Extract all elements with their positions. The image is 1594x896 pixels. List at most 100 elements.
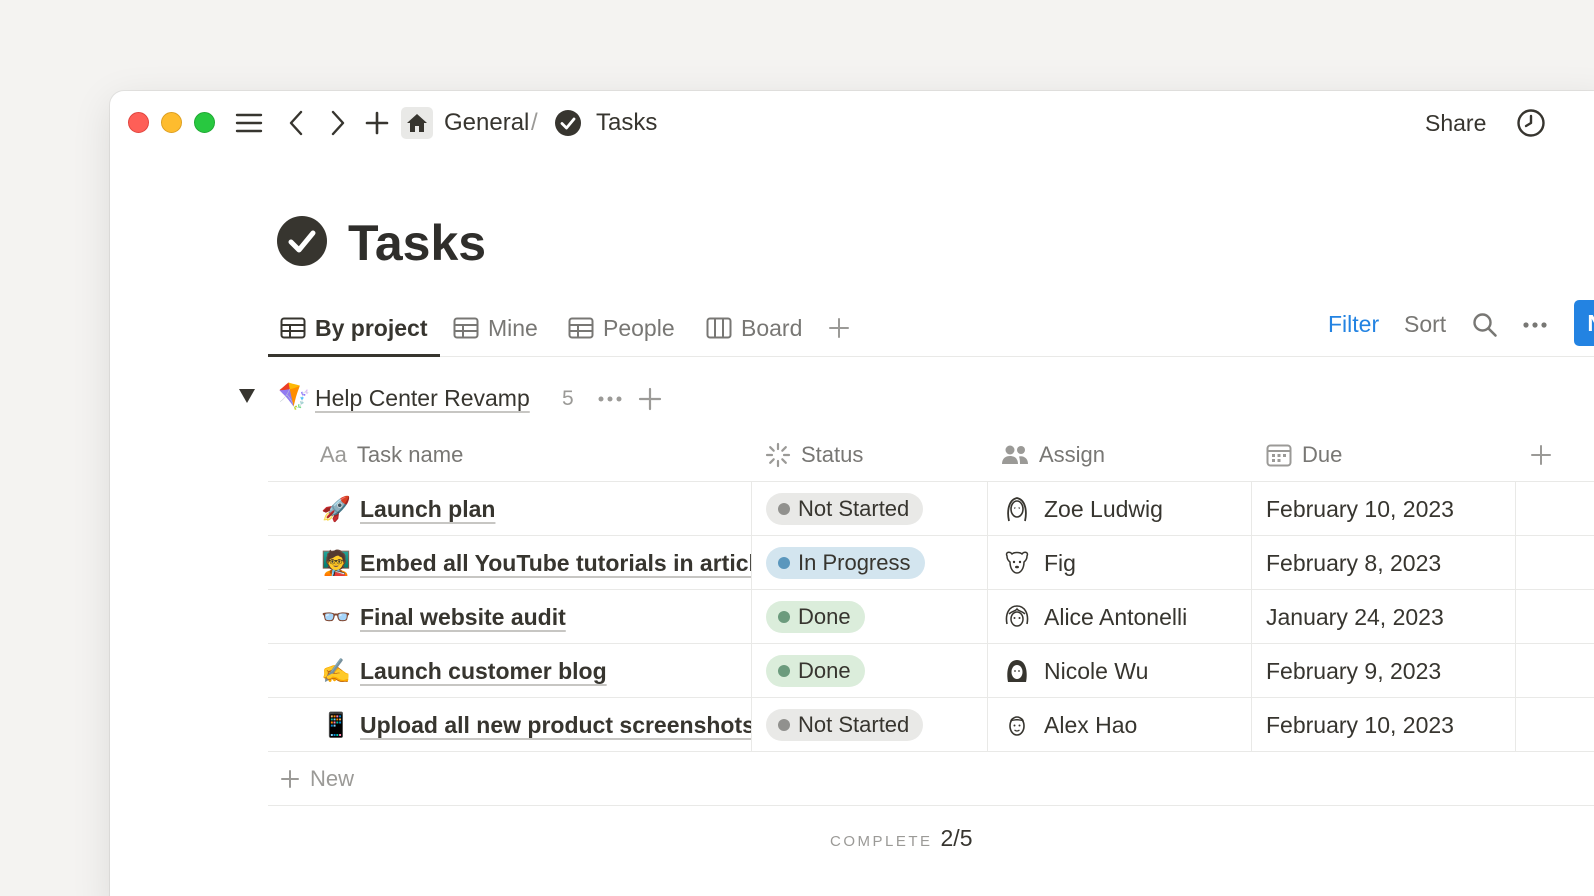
column-header-assign[interactable]: Assign	[1001, 428, 1105, 482]
table-row[interactable]: ✍️ Launch customer blog Done Nicole Wu F…	[268, 644, 1594, 698]
task-name[interactable]: Launch customer blog	[360, 658, 607, 685]
status-cell[interactable]: Not Started	[752, 482, 988, 536]
status-label: Done	[798, 604, 851, 629]
column-header-task-name[interactable]: Aa Task name	[320, 428, 463, 482]
status-label: Not Started	[798, 712, 910, 737]
share-button[interactable]: Share	[1425, 109, 1486, 137]
assignee-name: Nicole Wu	[1044, 657, 1149, 684]
home-icon[interactable]	[401, 107, 433, 139]
status-badge[interactable]: Not Started	[766, 493, 924, 525]
zoom-window-button[interactable]	[194, 112, 215, 133]
table-icon	[453, 317, 479, 339]
new-button[interactable]: New	[1574, 300, 1594, 346]
status-cell[interactable]: In Progress	[752, 536, 988, 590]
task-name-cell[interactable]: 👓 Final website audit	[268, 590, 752, 644]
close-window-button[interactable]	[128, 112, 149, 133]
tab-board[interactable]: Board	[706, 299, 802, 357]
board-icon	[706, 317, 732, 339]
tab-by-project[interactable]: By project	[280, 299, 427, 357]
back-icon[interactable]	[282, 105, 310, 141]
tab-people[interactable]: People	[568, 299, 675, 357]
assignee-name: Fig	[1044, 549, 1076, 576]
filter-button[interactable]: Filter	[1328, 311, 1379, 338]
group-add-icon[interactable]	[638, 387, 662, 416]
assign-cell[interactable]: Alice Antonelli	[988, 590, 1252, 644]
column-header-status[interactable]: Status	[765, 428, 863, 482]
group-more-icon[interactable]	[597, 388, 623, 415]
task-name[interactable]: Launch plan	[360, 496, 495, 523]
clock-icon[interactable]	[1516, 108, 1546, 143]
status-dot	[778, 557, 790, 569]
status-badge[interactable]: Not Started	[766, 709, 924, 741]
calendar-icon	[1266, 444, 1292, 467]
status-cell[interactable]: Not Started	[752, 698, 988, 752]
column-header-due[interactable]: Due	[1266, 428, 1342, 482]
search-icon[interactable]	[1472, 312, 1498, 343]
due-date-cell[interactable]: February 8, 2023	[1252, 536, 1516, 590]
status-label: Not Started	[798, 496, 910, 521]
collapse-triangle-icon[interactable]	[238, 388, 256, 409]
minimize-window-button[interactable]	[161, 112, 182, 133]
forward-icon[interactable]	[324, 105, 352, 141]
column-label: Due	[1302, 442, 1343, 467]
page-check-circle-icon[interactable]	[276, 215, 328, 272]
people-icon	[1002, 445, 1028, 464]
tasks-table: Aa Task name Status Assign Due 🚀 Launch …	[268, 428, 1594, 806]
status-cell[interactable]: Done	[752, 644, 988, 698]
group-title[interactable]: Help Center Revamp	[315, 385, 530, 412]
assign-cell[interactable]: Fig	[988, 536, 1252, 590]
assignee-name: Alice Antonelli	[1044, 603, 1188, 630]
due-date-cell[interactable]: February 10, 2023	[1252, 698, 1516, 752]
table-row[interactable]: 🧑‍🏫 Embed all YouTube tutorials in artic…	[268, 536, 1594, 590]
breadcrumb-tasks[interactable]: Tasks	[596, 109, 657, 137]
avatar	[1005, 551, 1029, 574]
task-name-cell[interactable]: 📱 Upload all new product screenshots	[268, 698, 752, 752]
due-date-cell[interactable]: January 24, 2023	[1252, 590, 1516, 644]
table-row[interactable]: 👓 Final website audit Done Alice Antonel…	[268, 590, 1594, 644]
plus-icon	[829, 318, 849, 338]
tab-label: By project	[315, 314, 428, 341]
plus-icon[interactable]	[362, 105, 392, 141]
status-label: In Progress	[798, 550, 911, 575]
status-badge[interactable]: Done	[766, 601, 865, 633]
status-badge[interactable]: Done	[766, 655, 865, 687]
assign-cell[interactable]: Zoe Ludwig	[988, 482, 1252, 536]
add-row-button[interactable]: New	[268, 752, 1594, 806]
page-title[interactable]: Tasks	[348, 213, 486, 273]
task-name-cell[interactable]: ✍️ Launch customer blog	[268, 644, 752, 698]
column-label: Task name	[356, 442, 464, 467]
status-label: Done	[798, 658, 851, 683]
tab-mine[interactable]: Mine	[453, 299, 538, 357]
breadcrumb-general[interactable]: General	[444, 109, 529, 137]
task-name-cell[interactable]: 🚀 Launch plan	[268, 482, 752, 536]
task-emoji: 🧑‍🏫	[321, 549, 351, 577]
task-name[interactable]: Embed all YouTube tutorials in articles	[360, 550, 751, 577]
task-name[interactable]: Final website audit	[360, 604, 566, 631]
assignee-name: Alex Hao	[1044, 711, 1138, 738]
assign-cell[interactable]: Nicole Wu	[988, 644, 1252, 698]
status-calculation[interactable]: COMPLETE 2/5	[830, 825, 973, 852]
calculation-value: 2/5	[940, 825, 973, 851]
assign-cell[interactable]: Alex Hao	[988, 698, 1252, 752]
task-emoji: 📱	[321, 711, 351, 739]
more-options-icon[interactable]	[1522, 312, 1548, 343]
tab-label: People	[603, 314, 675, 341]
status-dot	[778, 503, 790, 515]
menu-icon[interactable]	[232, 105, 266, 141]
table-row[interactable]: 📱 Upload all new product screenshots Not…	[268, 698, 1594, 752]
task-name[interactable]: Upload all new product screenshots	[360, 712, 751, 739]
tab-label: Board	[741, 314, 803, 341]
plus-icon	[281, 769, 299, 788]
due-date-cell[interactable]: February 10, 2023	[1252, 482, 1516, 536]
status-icon	[765, 442, 791, 468]
calculation-label: COMPLETE	[830, 833, 933, 850]
table-row[interactable]: 🚀 Launch plan Not Started Zoe Ludwig Feb…	[268, 482, 1594, 536]
status-badge[interactable]: In Progress	[766, 547, 925, 579]
add-view-button[interactable]	[828, 299, 850, 357]
task-name-cell[interactable]: 🧑‍🏫 Embed all YouTube tutorials in artic…	[268, 536, 752, 590]
group-emoji: 🪁	[278, 381, 311, 411]
status-cell[interactable]: Done	[752, 590, 988, 644]
due-date-cell[interactable]: February 9, 2023	[1252, 644, 1516, 698]
add-property-button[interactable]	[1530, 428, 1552, 482]
sort-button[interactable]: Sort	[1404, 311, 1446, 338]
